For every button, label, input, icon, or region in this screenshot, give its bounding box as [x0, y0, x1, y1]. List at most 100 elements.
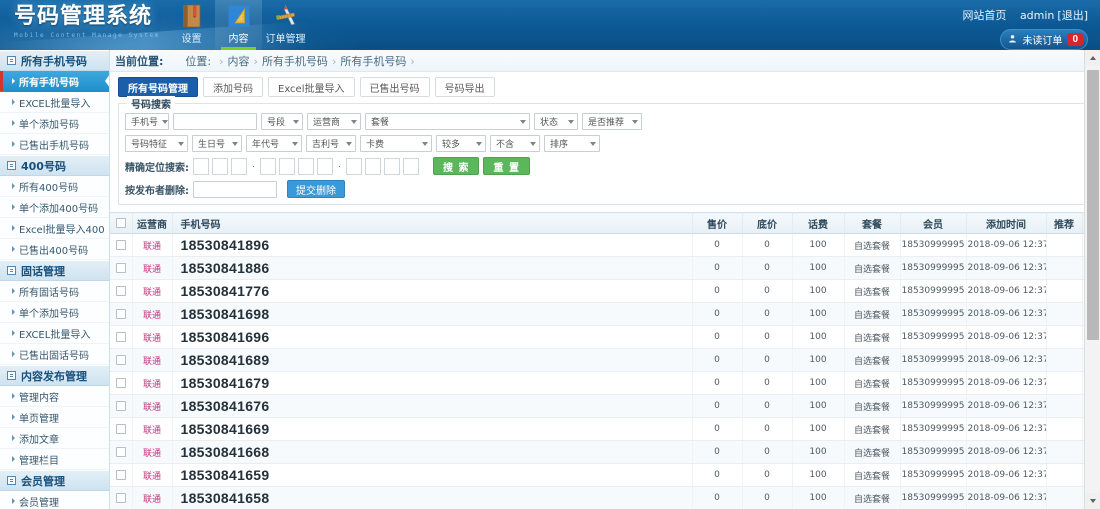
filter-select-2-2[interactable]: 生日号: [192, 135, 242, 152]
sidebar-item-4-4[interactable]: 管理栏目: [0, 449, 109, 470]
precise-digit-10[interactable]: [384, 157, 400, 175]
tab-5[interactable]: 号码导出: [434, 77, 495, 97]
sidebar-item-1-3[interactable]: 单个添加号码: [0, 113, 109, 134]
filter-select-2-3[interactable]: 年代号: [246, 135, 302, 152]
table-row[interactable]: 联通 18530841658 0 0 100 自选套餐 18530999995 2018-09…: [110, 486, 1100, 509]
search-button[interactable]: 搜 索: [433, 157, 480, 175]
table-row[interactable]: 联通 18530841659 0 0 100 自选套餐 18530999995 2018-09…: [110, 463, 1100, 487]
vertical-scrollbar[interactable]: [1084, 50, 1100, 509]
precise-digit-1[interactable]: [193, 157, 209, 175]
row-checkbox-cell[interactable]: [110, 463, 133, 487]
row-checkbox-cell[interactable]: [110, 394, 133, 418]
admin-user-link[interactable]: admin: [1020, 9, 1054, 22]
precise-digit-8[interactable]: [346, 157, 362, 175]
row-checkbox[interactable]: [115, 308, 126, 319]
precise-digit-6[interactable]: [298, 157, 314, 175]
sidebar-item-3-3[interactable]: EXCEL批量导入: [0, 323, 109, 344]
sidebar-item-5-1[interactable]: 会员管理: [0, 491, 109, 509]
filter-select-1-6[interactable]: 状态: [534, 113, 578, 130]
row-checkbox-cell[interactable]: [110, 325, 133, 349]
table-row[interactable]: 联通 18530841676 0 0 100 自选套餐 18530999995 2018-09…: [110, 394, 1100, 418]
precise-digit-5[interactable]: [279, 157, 295, 175]
precise-digit-9[interactable]: [365, 157, 381, 175]
select-all-checkbox[interactable]: [115, 217, 126, 228]
topnav-item-1[interactable]: 设置: [168, 0, 215, 50]
filter-select-1-3[interactable]: 号段: [261, 113, 303, 130]
row-checkbox[interactable]: [115, 239, 126, 250]
row-checkbox[interactable]: [115, 377, 126, 388]
filter-select-1-4[interactable]: 运营商: [307, 113, 361, 130]
row-checkbox-cell[interactable]: [110, 348, 133, 372]
table-row[interactable]: 联通 18530841679 0 0 100 自选套餐 18530999995 2018-09…: [110, 371, 1100, 395]
sidebar-item-2-3[interactable]: Excel批量导入400: [0, 218, 109, 239]
table-row[interactable]: 联通 18530841668 0 0 100 自选套餐 18530999995 2018-09…: [110, 440, 1100, 464]
row-checkbox[interactable]: [115, 423, 126, 434]
row-checkbox-cell[interactable]: [110, 486, 133, 509]
breadcrumb-link[interactable]: 内容: [228, 55, 250, 68]
table-row[interactable]: 联通 18530841689 0 0 100 自选套餐 18530999995 2018-09…: [110, 348, 1100, 372]
sidebar-group-2[interactable]: 400号码: [0, 155, 109, 176]
sidebar-group-5[interactable]: 会员管理: [0, 470, 109, 491]
row-checkbox[interactable]: [115, 354, 126, 365]
table-row[interactable]: 联通 18530841698 0 0 100 自选套餐 18530999995 2018-09…: [110, 302, 1100, 326]
table-row[interactable]: 联通 18530841896 0 0 100 自选套餐 18530999995 2018-09…: [110, 233, 1100, 257]
sidebar-item-1-2[interactable]: EXCEL批量导入: [0, 92, 109, 113]
tab-1[interactable]: 所有号码管理: [118, 77, 198, 97]
precise-digit-4[interactable]: [260, 157, 276, 175]
row-checkbox-cell[interactable]: [110, 371, 133, 395]
filter-select-1-1[interactable]: 手机号: [125, 113, 169, 130]
row-checkbox-cell[interactable]: [110, 279, 133, 303]
row-checkbox[interactable]: [115, 492, 126, 503]
table-row[interactable]: 联通 18530841669 0 0 100 自选套餐 18530999995 2018-09…: [110, 417, 1100, 441]
topnav-item-3[interactable]: 订单管理: [262, 0, 309, 50]
filter-select-2-1[interactable]: 号码特征: [125, 135, 188, 152]
scrollbar-thumb[interactable]: [1087, 70, 1099, 340]
sidebar-item-3-2[interactable]: 单个添加号码: [0, 302, 109, 323]
sidebar-item-2-4[interactable]: 已售出400号码: [0, 239, 109, 260]
filter-select-1-7[interactable]: 是否推荐: [582, 113, 642, 130]
row-checkbox[interactable]: [115, 285, 126, 296]
sidebar-group-3[interactable]: 固话管理: [0, 260, 109, 281]
sidebar-group-4[interactable]: 内容发布管理: [0, 365, 109, 386]
unread-orders-button[interactable]: 未读订单 0: [1000, 29, 1088, 50]
filter-select-2-8[interactable]: 排序: [544, 135, 600, 152]
sidebar-item-3-1[interactable]: 所有固话号码: [0, 281, 109, 302]
precise-digit-3[interactable]: [231, 157, 247, 175]
filter-select-2-5[interactable]: 卡费: [360, 135, 432, 152]
logout-link[interactable]: [退出]: [1057, 9, 1088, 22]
sidebar-item-1-1[interactable]: 所有手机号码: [0, 71, 109, 92]
table-row[interactable]: 联通 18530841776 0 0 100 自选套餐 18530999995 2018-09…: [110, 279, 1100, 303]
sidebar-item-4-1[interactable]: 管理内容: [0, 386, 109, 407]
publisher-input[interactable]: [193, 180, 277, 198]
row-checkbox-cell[interactable]: [110, 417, 133, 441]
row-checkbox[interactable]: [115, 331, 126, 342]
tab-3[interactable]: Excel批量导入: [268, 77, 355, 97]
topnav-item-2[interactable]: 内容: [215, 0, 262, 50]
breadcrumb-link[interactable]: 所有手机号码: [262, 55, 328, 68]
precise-digit-2[interactable]: [212, 157, 228, 175]
filter-select-1-5[interactable]: 套餐: [365, 113, 530, 130]
sidebar-item-2-1[interactable]: 所有400号码: [0, 176, 109, 197]
row-checkbox-cell[interactable]: [110, 302, 133, 326]
row-checkbox-cell[interactable]: [110, 440, 133, 464]
row-checkbox-cell[interactable]: [110, 233, 133, 257]
tab-2[interactable]: 添加号码: [203, 77, 263, 97]
scroll-down-arrow[interactable]: [1085, 493, 1100, 509]
row-checkbox[interactable]: [115, 400, 126, 411]
tab-4[interactable]: 已售出号码: [359, 77, 430, 97]
sidebar-item-1-4[interactable]: 已售出手机号码: [0, 134, 109, 155]
table-row[interactable]: 联通 18530841696 0 0 100 自选套餐 18530999995 2018-09…: [110, 325, 1100, 349]
sidebar-group-1[interactable]: 所有手机号码: [0, 50, 109, 71]
sidebar-item-3-4[interactable]: 已售出固话号码: [0, 344, 109, 365]
row-checkbox[interactable]: [115, 469, 126, 480]
table-row[interactable]: 联通 18530841886 0 0 100 自选套餐 18530999995 2018-09…: [110, 256, 1100, 280]
precise-digit-7[interactable]: [317, 157, 333, 175]
sidebar-item-4-3[interactable]: 添加文章: [0, 428, 109, 449]
sidebar-item-2-2[interactable]: 单个添加400号码: [0, 197, 109, 218]
row-checkbox[interactable]: [115, 446, 126, 457]
breadcrumb-link[interactable]: 所有手机号码: [340, 55, 406, 68]
site-home-link[interactable]: 网站首页: [962, 9, 1006, 22]
precise-digit-11[interactable]: [403, 157, 419, 175]
sidebar-item-4-2[interactable]: 单页管理: [0, 407, 109, 428]
filter-select-2-4[interactable]: 吉利号: [306, 135, 356, 152]
